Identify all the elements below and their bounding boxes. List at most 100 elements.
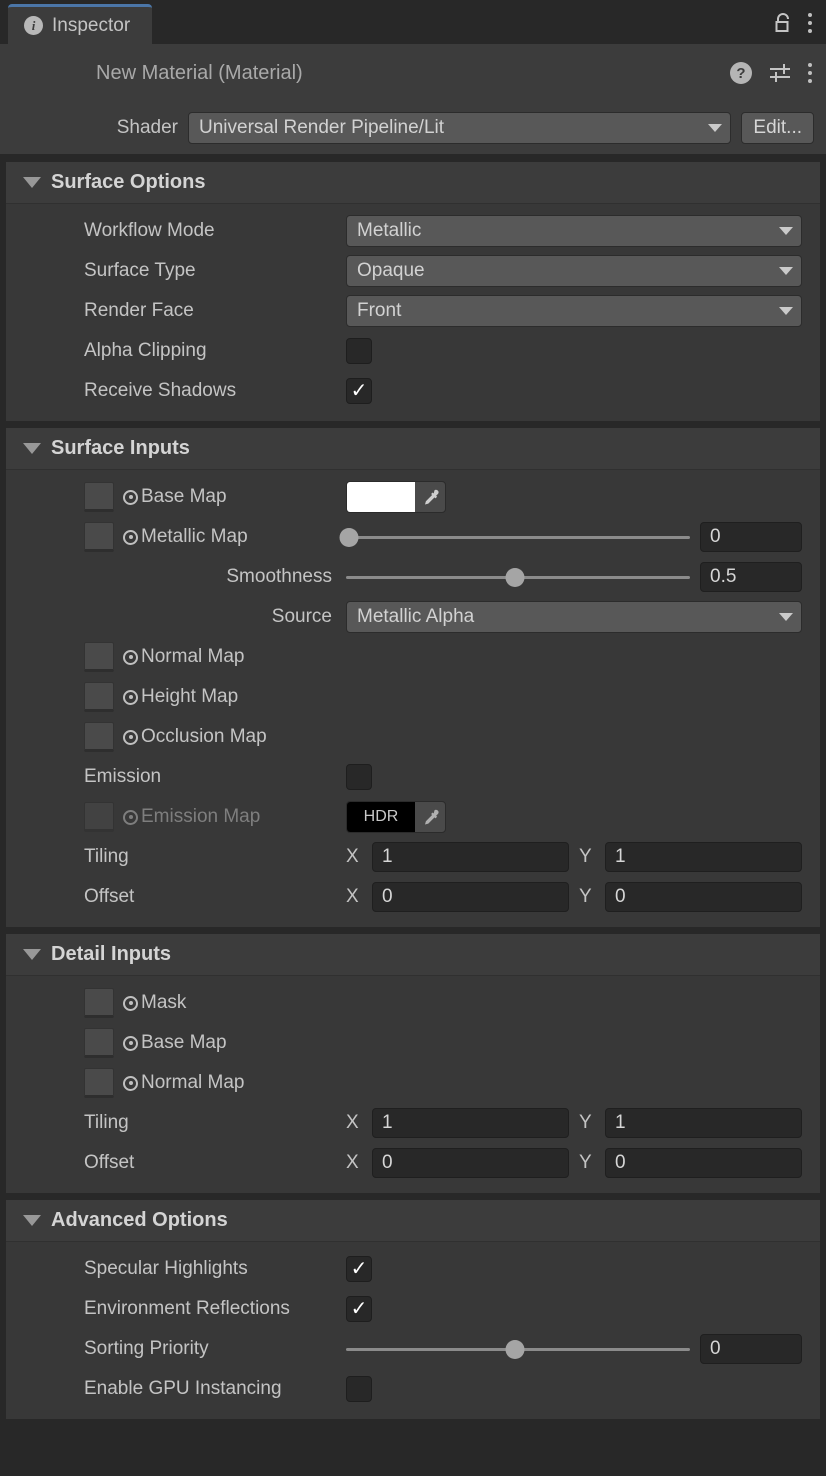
slider-track [346,535,690,539]
object-picker-target-icon[interactable] [123,809,138,825]
slider-handle[interactable] [339,527,359,547]
object-picker-target-icon[interactable] [123,729,138,745]
detail-normal-map-texture-slot[interactable] [84,1068,114,1098]
row-detail-base-map: Base Map [6,1023,820,1063]
slider-handle[interactable] [505,567,525,587]
kebab-menu-icon[interactable] [808,13,812,33]
base-map-label-group: Base Map [6,482,346,512]
preset-sliders-icon[interactable] [768,62,792,84]
surface-offset-label: Offset [84,886,135,907]
render-face-dropdown[interactable]: Front [346,295,802,327]
detail-tiling-y-field[interactable]: 1 [605,1108,802,1138]
row-gpu-instancing: Enable GPU Instancing [6,1369,820,1409]
metallic-map-value-field[interactable]: 0 [700,522,802,552]
detail-base-map-texture-slot[interactable] [84,1028,114,1058]
workflow-mode-value: Metallic [357,220,422,241]
section-header-surface-options[interactable]: Surface Options [6,162,820,204]
base-map-color-swatch[interactable] [347,482,415,512]
environment-reflections-label: Environment Reflections [84,1298,290,1319]
surface-type-label: Surface Type [84,260,196,281]
chevron-down-icon [779,267,793,275]
eyedropper-icon[interactable] [415,808,445,827]
foldout-triangle-down-icon[interactable] [23,443,41,454]
edit-shader-button[interactable]: Edit... [741,112,814,144]
object-picker-target-icon[interactable] [123,649,138,665]
object-picker-target-icon[interactable] [123,489,138,505]
section-header-detail-inputs[interactable]: Detail Inputs [6,934,820,976]
emission-hdr-swatch[interactable]: HDR [347,802,415,832]
material-header-actions: ? [730,44,812,102]
emission-map-texture-slot[interactable] [84,802,114,832]
height-map-label: Height Map [141,686,239,707]
environment-reflections-checkbox[interactable]: ✓ [346,1296,372,1322]
section-header-surface-inputs[interactable]: Surface Inputs [6,428,820,470]
smoothness-slider[interactable] [346,562,690,592]
base-map-texture-slot[interactable] [84,482,114,512]
height-map-texture-slot[interactable] [84,682,114,712]
object-picker-target-icon[interactable] [123,1075,138,1091]
section-header-advanced-options[interactable]: Advanced Options [6,1200,820,1242]
receive-shadows-checkbox[interactable]: ✓ [346,378,372,404]
detail-offset-label: Offset [84,1152,135,1173]
foldout-triangle-down-icon[interactable] [23,1215,41,1226]
specular-highlights-checkbox[interactable]: ✓ [346,1256,372,1282]
surface-offset-y-field[interactable]: 0 [605,882,802,912]
row-source: Source Metallic Alpha [6,597,820,637]
metallic-map-texture-slot[interactable] [84,522,114,552]
emission-checkbox[interactable] [346,764,372,790]
detail-tiling-label: Tiling [84,1112,129,1133]
help-question-icon[interactable]: ? [730,62,752,84]
detail-mask-texture-slot[interactable] [84,988,114,1018]
slider-handle[interactable] [505,1339,525,1359]
row-metallic-map: Metallic Map 0 [6,517,820,557]
foldout-triangle-down-icon[interactable] [23,177,41,188]
foldout-triangle-down-icon[interactable] [23,949,41,960]
object-picker-target-icon[interactable] [123,529,138,545]
row-height-map: Height Map [6,677,820,717]
shader-dropdown[interactable]: Universal Render Pipeline/Lit [188,112,732,144]
detail-tiling-x-field[interactable]: 1 [372,1108,569,1138]
padlock-unlocked-icon[interactable] [774,12,792,34]
surface-tiling-x-field[interactable]: 1 [372,842,569,872]
alpha-clipping-label: Alpha Clipping [84,340,207,361]
surface-offset-x-field[interactable]: 0 [372,882,569,912]
object-picker-target-icon[interactable] [123,1035,138,1051]
eyedropper-icon[interactable] [415,488,445,507]
detail-offset-x-field[interactable]: 0 [372,1148,569,1178]
inspector-body: Surface Options Workflow Mode Metallic S… [0,154,826,1476]
section-surface-options: Surface Options Workflow Mode Metallic S… [0,162,826,421]
surface-type-dropdown[interactable]: Opaque [346,255,802,287]
surface-type-value: Opaque [357,260,425,281]
sorting-priority-slider[interactable] [346,1334,690,1364]
sorting-priority-label: Sorting Priority [84,1338,209,1359]
source-dropdown[interactable]: Metallic Alpha [346,601,802,633]
surface-tiling-y-field[interactable]: 1 [605,842,802,872]
offset-y-axis-label: Y [579,1152,592,1173]
row-emission: Emission [6,757,820,797]
detail-normal-map-label: Normal Map [141,1072,245,1093]
smoothness-value-field[interactable]: 0.5 [700,562,802,592]
tab-inspector[interactable]: i Inspector [8,4,153,44]
tab-bar-actions [774,12,826,44]
row-smoothness: Smoothness 0.5 [6,557,820,597]
base-map-color-field[interactable] [346,481,446,513]
gpu-instancing-checkbox[interactable] [346,1376,372,1402]
detail-mask-label: Mask [141,992,187,1013]
sorting-priority-value-field[interactable]: 0 [700,1334,802,1364]
offset-y-axis-label: Y [579,886,592,907]
row-surface-tiling: Tiling X 1 Y 1 [6,837,820,877]
row-detail-normal-map: Normal Map [6,1063,820,1103]
alpha-clipping-checkbox[interactable] [346,338,372,364]
workflow-mode-dropdown[interactable]: Metallic [346,215,802,247]
normal-map-texture-slot[interactable] [84,642,114,672]
object-picker-target-icon[interactable] [123,689,138,705]
kebab-menu-icon[interactable] [808,63,812,83]
emission-map-color-field[interactable]: HDR [346,801,446,833]
detail-offset-y-field[interactable]: 0 [605,1148,802,1178]
metallic-map-slider[interactable] [339,522,690,552]
object-picker-target-icon[interactable] [123,995,138,1011]
section-title: Surface Options [51,171,206,193]
occlusion-map-texture-slot[interactable] [84,722,114,752]
height-map-label-group: Height Map [6,682,346,712]
section-title: Detail Inputs [51,943,172,965]
